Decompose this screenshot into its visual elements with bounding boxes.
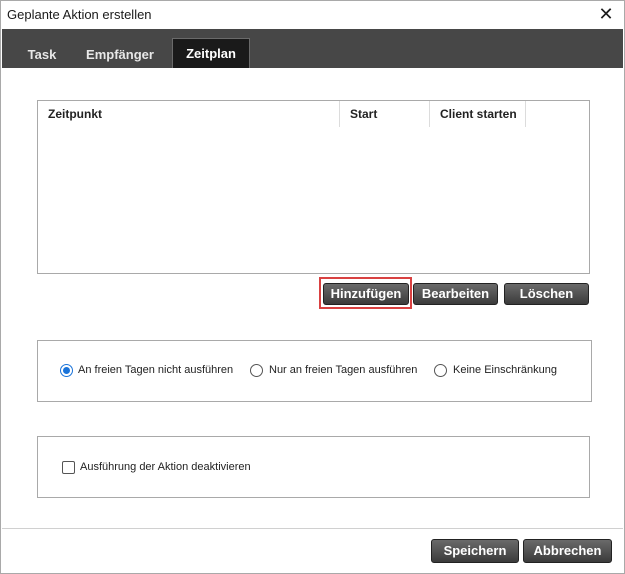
radio-label-only-free-days: Nur an freien Tagen ausführen [269,364,418,376]
column-header-zeitpunkt[interactable]: Zeitpunkt [38,101,340,127]
dialog-window: Geplante Aktion erstellen ✕ Task Empfäng… [0,0,625,574]
radio-label-not-on-free-days: An freien Tagen nicht ausführen [78,364,234,376]
radio-label-no-restriction: Keine Einschränkung [453,364,557,376]
tab-task[interactable]: Task [18,41,66,68]
delete-button[interactable]: Löschen [504,283,589,305]
column-header-start[interactable]: Start [340,101,430,127]
window-title: Geplante Aktion erstellen [7,7,152,22]
radio-not-on-free-days[interactable] [60,364,73,377]
deactivate-checkbox[interactable] [62,461,75,474]
schedule-table[interactable]: Zeitpunkt Start Client starten [37,100,590,274]
radio-no-restriction[interactable] [434,364,447,377]
edit-button[interactable]: Bearbeiten [413,283,498,305]
dialog-footer: Speichern Abbrechen [2,528,623,573]
column-header-empty [526,101,589,127]
deactivate-label: Ausführung der Aktion deaktivieren [80,461,251,473]
save-button[interactable]: Speichern [431,539,519,563]
deactivate-group: Ausführung der Aktion deaktivieren [37,436,590,498]
tab-zeitplan[interactable]: Zeitplan [172,38,250,68]
title-bar: Geplante Aktion erstellen ✕ [1,1,624,29]
tab-empfaenger[interactable]: Empfänger [80,41,160,68]
column-header-client-starten[interactable]: Client starten [430,101,526,127]
tab-bar: Task Empfänger Zeitplan [2,29,623,68]
add-button[interactable]: Hinzufügen [323,283,409,305]
free-days-group: An freien Tagen nicht ausführen Nur an f… [37,340,592,402]
table-header: Zeitpunkt Start Client starten [38,101,589,127]
close-icon[interactable]: ✕ [594,3,618,27]
cancel-button[interactable]: Abbrechen [523,539,612,563]
radio-only-free-days[interactable] [250,364,263,377]
